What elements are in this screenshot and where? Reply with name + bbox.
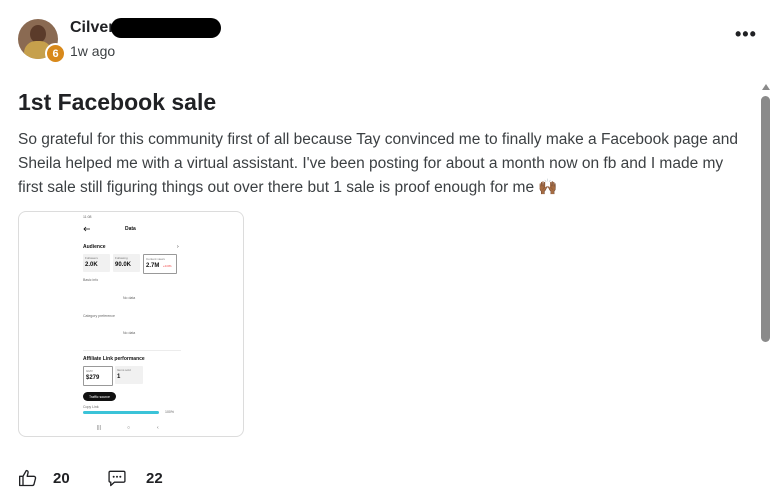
- nav-back-icon: ‹: [157, 425, 159, 431]
- stat-following: Following 90.0K: [113, 254, 140, 272]
- phone-screenshot: 11:08 Data Audience › Followers 2.0K Fol…: [81, 212, 183, 436]
- stat-label: Items sold: [117, 368, 131, 372]
- stat-label: Content views: [146, 257, 165, 261]
- stat-items-sold: Items sold 1: [115, 366, 143, 384]
- nav-home-icon: ○: [127, 425, 131, 431]
- more-icon[interactable]: •••: [735, 24, 757, 45]
- stat-label: Followers: [85, 256, 98, 260]
- post-title: 1st Facebook sale: [18, 89, 217, 115]
- category-preference-label: Category preference: [83, 314, 115, 318]
- back-arrow-icon: [83, 226, 90, 232]
- no-data-label: No data: [123, 331, 136, 335]
- stat-gmv: GMV $279: [83, 366, 113, 386]
- stat-change: +0.0%: [163, 264, 172, 268]
- chevron-right-icon: ›: [177, 244, 179, 250]
- progress-percent: 100%: [165, 410, 174, 414]
- comment-icon[interactable]: [107, 468, 127, 488]
- stat-value: 1: [117, 374, 121, 380]
- scroll-up-arrow-icon[interactable]: [762, 84, 770, 90]
- screen-title: Data: [125, 226, 136, 232]
- traffic-source-button: Traffic source: [83, 392, 116, 401]
- nav-menu-icon: |||: [97, 425, 101, 431]
- status-time: 11:08: [83, 215, 92, 219]
- like-count[interactable]: 20: [53, 470, 70, 487]
- affiliate-heading: Affiliate Link performance: [83, 356, 145, 362]
- stat-followers: Followers 2.0K: [83, 254, 110, 272]
- comment-count[interactable]: 22: [146, 470, 163, 487]
- divider: [83, 350, 181, 351]
- post-body: So grateful for this community first of …: [18, 131, 738, 196]
- scrollbar-thumb[interactable]: [761, 96, 770, 342]
- redaction-bar: [111, 18, 221, 38]
- stat-label: GMV: [86, 369, 93, 373]
- no-data-label: No data: [123, 296, 136, 300]
- stat-content-views: Content views 2.7M +0.0%: [143, 254, 177, 274]
- attachment-image[interactable]: 11:08 Data Audience › Followers 2.0K Fol…: [18, 211, 244, 437]
- copy-link-label: Copy Link: [83, 405, 99, 409]
- basic-info-label: Basic info: [83, 278, 99, 282]
- progress-bar: [83, 411, 159, 414]
- post-time[interactable]: 1w ago: [70, 43, 115, 59]
- stat-value: 2.7M: [146, 263, 160, 269]
- stat-label: Following: [115, 256, 128, 260]
- thumbs-up-icon[interactable]: [18, 468, 38, 488]
- audience-heading: Audience: [83, 244, 106, 250]
- stat-value: 90.0K: [115, 262, 132, 268]
- stat-value: 2.0K: [85, 262, 98, 268]
- author-name[interactable]: Cilver: [70, 19, 114, 37]
- level-badge: 6: [45, 43, 66, 64]
- stat-value: $279: [86, 375, 100, 381]
